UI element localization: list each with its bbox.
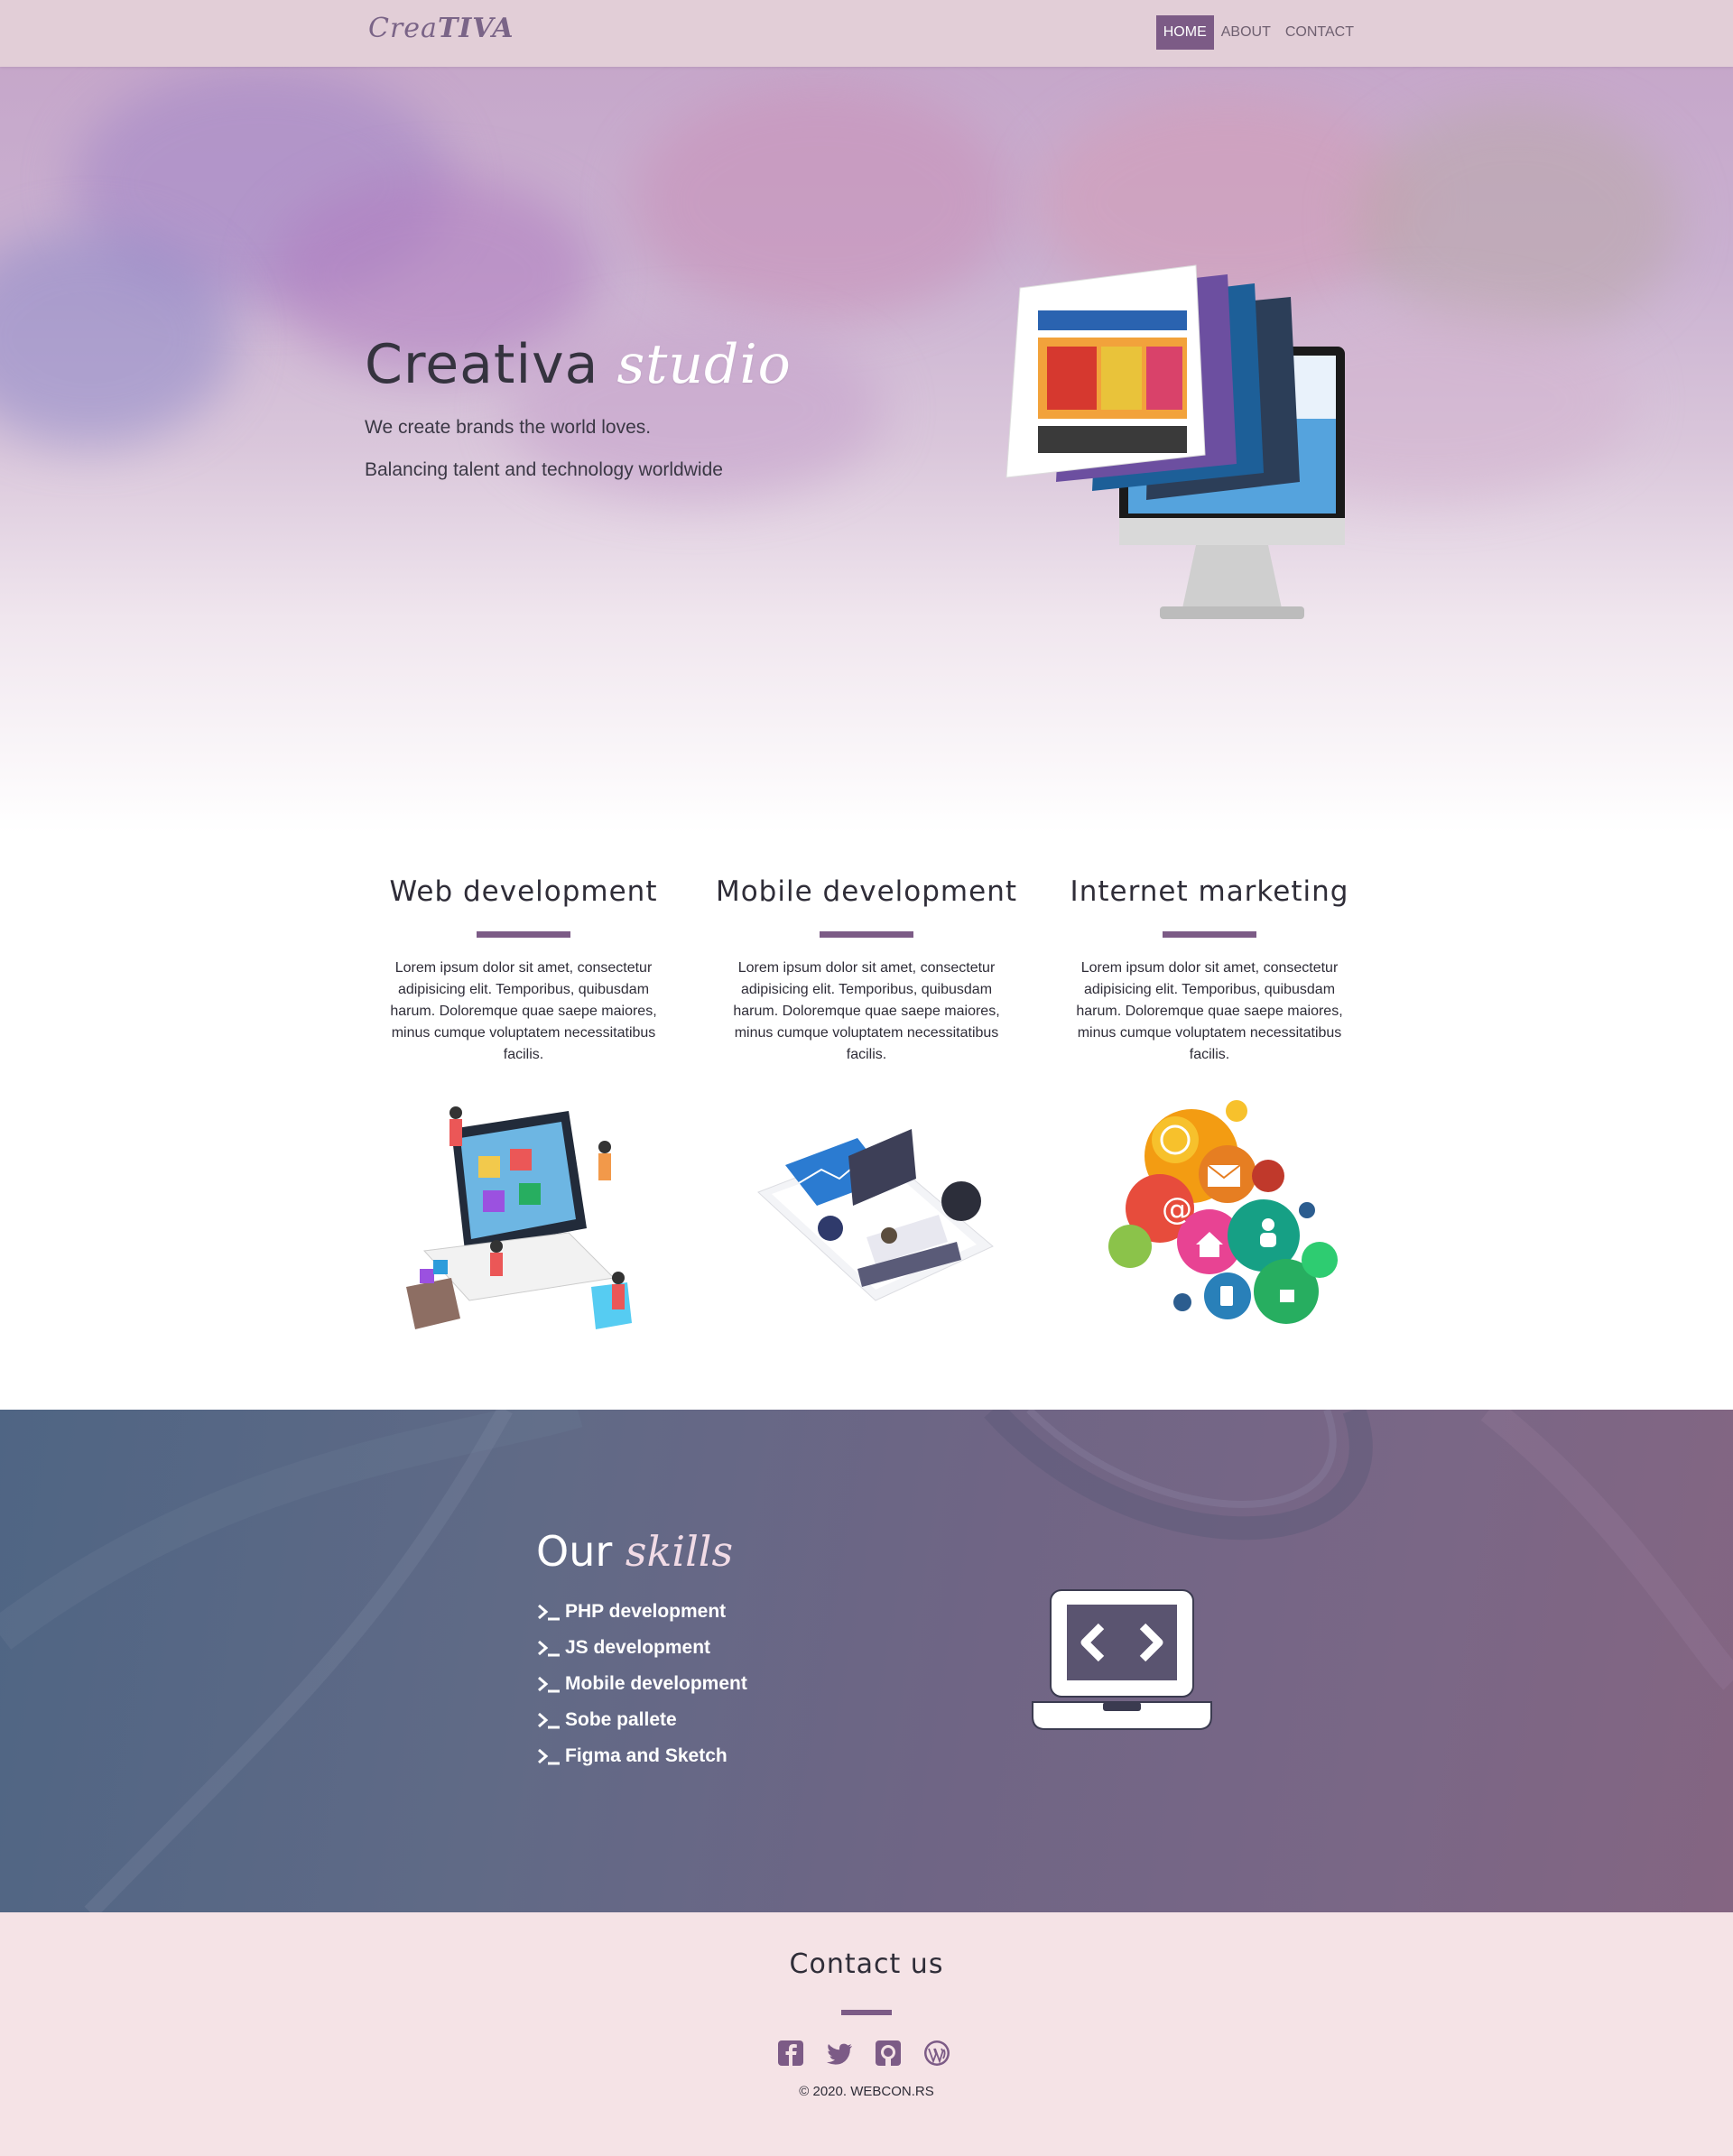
service-title: Mobile development bbox=[715, 875, 1018, 908]
github-icon[interactable] bbox=[874, 2039, 903, 2068]
terminal-prompt-icon bbox=[538, 1676, 560, 1693]
skill-label: Figma and Sketch bbox=[565, 1745, 727, 1766]
svg-text:@: @ bbox=[1162, 1191, 1192, 1227]
skill-label: PHP development bbox=[565, 1601, 727, 1622]
hero-title-italic: studio bbox=[616, 333, 792, 396]
service-card-marketing: Internet marketing Lorem ipsum dolor sit… bbox=[1056, 875, 1363, 1350]
service-card-mobile: Mobile development Lorem ipsum dolor sit… bbox=[713, 875, 1020, 1350]
list-item: Figma and Sketch bbox=[536, 1738, 747, 1774]
skills-list: PHP development JS development Mobile de… bbox=[536, 1594, 747, 1774]
service-title: Web development bbox=[389, 875, 658, 908]
monitor-with-web-pages-icon bbox=[1006, 264, 1345, 619]
copyright: © 2020. WEBCON.RS bbox=[799, 2084, 934, 2099]
wordpress-icon[interactable] bbox=[922, 2039, 951, 2068]
footer: Contact us © 2020. WEBCON.RS bbox=[0, 1912, 1733, 2156]
web-development-illustration-icon bbox=[406, 1106, 632, 1329]
social-links bbox=[776, 2039, 951, 2068]
brand-light: Crea bbox=[368, 13, 438, 44]
skills-title-plain: Our bbox=[536, 1527, 613, 1576]
list-item: Mobile development bbox=[536, 1666, 747, 1702]
navbar: CreaTIVA HOME ABOUT CONTACT bbox=[0, 0, 1733, 67]
swirl-background bbox=[0, 1410, 1733, 1912]
contact-title: Contact us bbox=[789, 1948, 944, 1980]
twitter-icon[interactable] bbox=[825, 2039, 854, 2068]
hero-subtagline: Balancing talent and technology worldwid… bbox=[365, 459, 723, 480]
hero-tagline: We create brands the world loves. bbox=[365, 417, 652, 438]
terminal-prompt-icon bbox=[538, 1640, 560, 1657]
facebook-icon[interactable] bbox=[776, 2039, 805, 2068]
nav-home[interactable]: HOME bbox=[1155, 15, 1214, 50]
service-card-web: Web development Lorem ipsum dolor sit am… bbox=[370, 875, 677, 1350]
skill-label: Mobile development bbox=[565, 1673, 747, 1694]
skills-title-italic: skills bbox=[625, 1527, 734, 1576]
service-title: Internet marketing bbox=[1070, 875, 1349, 908]
skills-title: Our skills bbox=[536, 1527, 733, 1576]
service-text: Lorem ipsum dolor sit amet, consectetur … bbox=[1076, 960, 1343, 1062]
hero-title: Creativa studio bbox=[365, 333, 792, 396]
brand-logo[interactable]: CreaTIVA bbox=[368, 13, 514, 44]
title-underline bbox=[841, 2010, 892, 2015]
title-underline bbox=[820, 931, 913, 938]
skills-section: Our skills PHP development JS developmen… bbox=[0, 1410, 1733, 1912]
skill-label: Sobe pallete bbox=[565, 1709, 677, 1730]
main-nav: HOME ABOUT CONTACT bbox=[1155, 15, 1361, 50]
skill-label: JS development bbox=[565, 1637, 711, 1658]
list-item: JS development bbox=[536, 1630, 747, 1666]
paint-splash bbox=[632, 85, 1011, 319]
nav-contact[interactable]: CONTACT bbox=[1278, 15, 1361, 50]
terminal-prompt-icon bbox=[538, 1604, 560, 1621]
nav-about[interactable]: ABOUT bbox=[1214, 15, 1278, 50]
mobile-development-illustration-icon bbox=[757, 1129, 994, 1301]
services-section: Web development Lorem ipsum dolor sit am… bbox=[0, 834, 1733, 1410]
terminal-prompt-icon bbox=[538, 1748, 560, 1765]
hero-section: Creativa studio We create brands the wor… bbox=[0, 67, 1733, 834]
laptop-code-icon bbox=[1032, 1589, 1212, 1730]
brand-bold: TIVA bbox=[437, 13, 514, 44]
terminal-prompt-icon bbox=[538, 1712, 560, 1729]
title-underline bbox=[1163, 931, 1256, 938]
hero-title-plain: Creativa bbox=[365, 333, 599, 396]
internet-marketing-illustration-icon: @ bbox=[1108, 1100, 1338, 1324]
service-text: Lorem ipsum dolor sit amet, consectetur … bbox=[733, 960, 1000, 1062]
service-text: Lorem ipsum dolor sit amet, consectetur … bbox=[390, 960, 657, 1062]
list-item: Sobe pallete bbox=[536, 1702, 747, 1738]
title-underline bbox=[477, 931, 570, 938]
list-item: PHP development bbox=[536, 1594, 747, 1630]
